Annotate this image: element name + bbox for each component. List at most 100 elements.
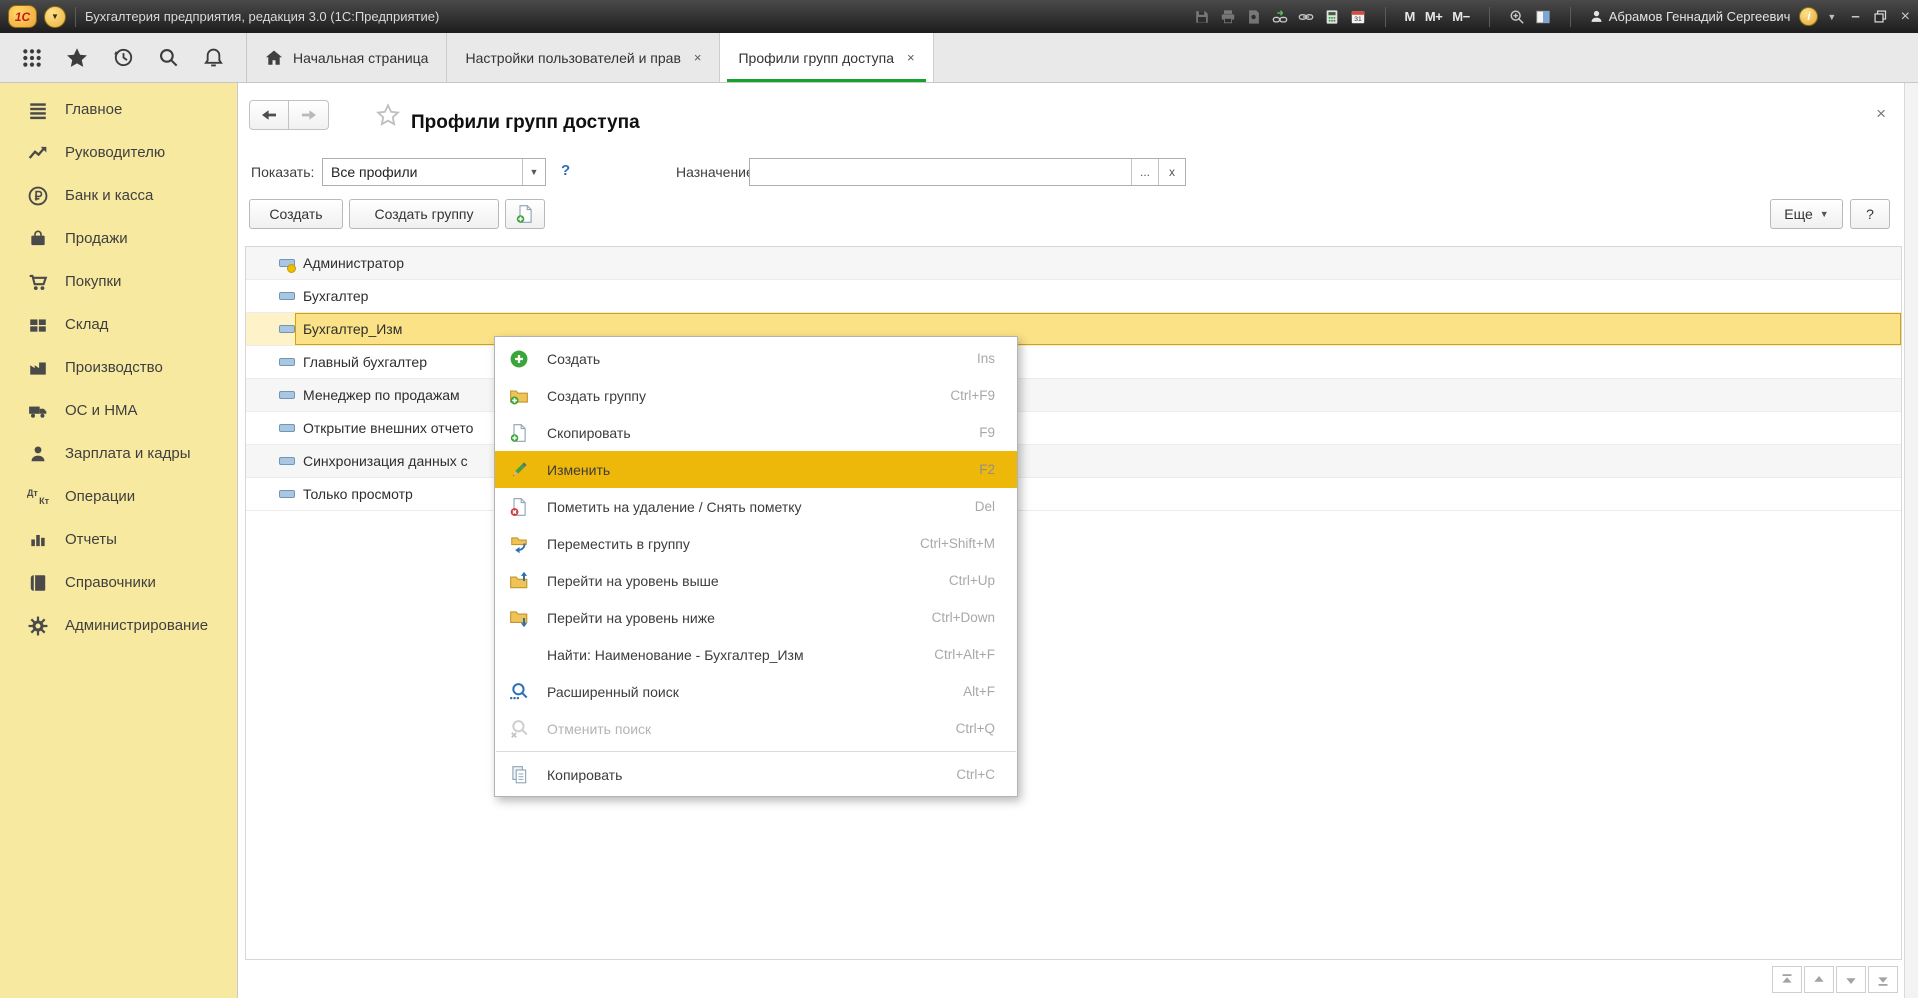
ruble-circle-icon — [27, 185, 49, 207]
context-menu-item[interactable]: Создать группуCtrl+F9 — [495, 377, 1017, 414]
restore-button[interactable] — [1873, 9, 1888, 24]
tabbar: Начальная страницаНастройки пользователе… — [0, 33, 1918, 83]
sidebar-item-производство[interactable]: Производство — [0, 346, 237, 389]
forward-button[interactable] — [289, 100, 329, 130]
sidebar-item-отчеты[interactable]: Отчеты — [0, 518, 237, 561]
back-button[interactable] — [249, 100, 289, 130]
tab-access-group-profiles[interactable]: Профили групп доступа× — [720, 33, 933, 82]
split-window-button[interactable] — [1535, 9, 1551, 25]
print-preview-button[interactable] — [1246, 9, 1262, 25]
list-scroll-buttons — [1772, 966, 1898, 993]
scale-m-plus-icon[interactable]: M+ — [1425, 9, 1442, 24]
gear-icon — [27, 615, 49, 637]
app-window: 1С ▼ Бухгалтерия предприятия, редакция 3… — [0, 0, 1918, 998]
favorite-star-icon[interactable] — [376, 103, 400, 127]
filter-help-icon[interactable]: ? — [561, 162, 570, 179]
calculator-button[interactable] — [1324, 9, 1340, 25]
advanced-search-icon — [508, 681, 530, 703]
menu-item-label: Расширенный поиск — [547, 684, 679, 700]
tab-home[interactable]: Начальная страница — [247, 33, 447, 82]
tab-user-settings[interactable]: Настройки пользователей и прав× — [447, 33, 720, 82]
right-scrollbar-track[interactable] — [1904, 83, 1918, 998]
context-menu-item[interactable]: СоздатьIns — [495, 340, 1017, 377]
sidebar-item-продажи[interactable]: Продажи — [0, 217, 237, 260]
folder-down-icon — [508, 607, 530, 629]
sidebar-item-справочники[interactable]: Справочники — [0, 561, 237, 604]
chevron-down-icon[interactable]: ▼ — [522, 159, 545, 185]
tab-close-icon[interactable]: × — [907, 50, 915, 65]
scale-m-icon[interactable]: M — [1405, 9, 1415, 24]
sidebar-item-банк-и-касса[interactable]: Банк и касса — [0, 174, 237, 217]
pencil-icon — [508, 459, 530, 481]
context-menu-item[interactable]: Перейти на уровень вышеCtrl+Up — [495, 562, 1017, 599]
sidebar-item-покупки[interactable]: Покупки — [0, 260, 237, 303]
system-menu-button[interactable]: ▼ — [44, 6, 66, 28]
context-menu-item[interactable]: Перейти на уровень нижеCtrl+Down — [495, 599, 1017, 636]
create-button[interactable]: Создать — [249, 199, 343, 229]
page-close-button[interactable]: × — [1876, 105, 1886, 122]
create-group-button[interactable]: Создать группу — [349, 199, 499, 229]
history-nav — [249, 100, 329, 130]
list-item[interactable]: Администратор — [246, 247, 1901, 280]
sidebar-item-ос-и-нма[interactable]: ОС и НМА — [0, 389, 237, 432]
menu-item-shortcut: F9 — [979, 425, 995, 440]
context-menu-item[interactable]: Расширенный поискAlt+F — [495, 673, 1017, 710]
current-user[interactable]: Абрамов Геннадий Сергеевич — [1589, 9, 1791, 24]
context-menu-item[interactable]: Переместить в группуCtrl+Shift+M — [495, 525, 1017, 562]
scroll-up-button[interactable] — [1804, 966, 1834, 993]
go-to-link-button[interactable] — [1272, 9, 1288, 25]
menu-item-shortcut: Ctrl+Q — [956, 721, 995, 736]
context-menu-item[interactable]: ИзменитьF2 — [495, 451, 1017, 488]
tab-close-icon[interactable]: × — [694, 50, 702, 65]
calendar-button[interactable]: 31 — [1350, 9, 1366, 25]
sidebar-item-зарплата-и-кадры[interactable]: Зарплата и кадры — [0, 432, 237, 475]
save-button[interactable] — [1194, 9, 1210, 25]
context-menu-item[interactable]: Найти: Наименование - Бухгалтер_Изм Ctrl+… — [495, 636, 1017, 673]
book-icon — [27, 572, 49, 594]
context-menu-item[interactable]: КопироватьCtrl+C — [495, 756, 1017, 793]
context-menu-item[interactable]: Пометить на удаление / Снять пометкуDel — [495, 488, 1017, 525]
more-button[interactable]: Еще▼ — [1770, 199, 1843, 229]
scroll-top-button[interactable] — [1772, 966, 1802, 993]
sidebar-item-руководителю[interactable]: Руководителю — [0, 131, 237, 174]
get-link-button[interactable] — [1298, 9, 1314, 25]
menu-item-label: Найти: Наименование - Бухгалтер_Изм — [547, 647, 804, 663]
star-button[interactable] — [66, 47, 88, 69]
folder-up-icon — [508, 570, 530, 592]
search-button[interactable] — [158, 47, 179, 68]
folder-plus-icon — [508, 385, 530, 407]
list-item[interactable]: Бухгалтер — [246, 280, 1901, 313]
sidebar-item-операции[interactable]: ДтКтОперации — [0, 475, 237, 518]
sidebar-item-label: Главное — [65, 101, 122, 118]
scale-m-minus-icon[interactable]: M− — [1452, 9, 1469, 24]
scroll-down-button[interactable] — [1836, 966, 1866, 993]
purpose-input[interactable] — [750, 159, 1131, 185]
window-title: Бухгалтерия предприятия, редакция 3.0 (1… — [85, 9, 439, 24]
purpose-clear-button[interactable]: x — [1158, 159, 1185, 185]
scroll-bottom-button[interactable] — [1868, 966, 1898, 993]
info-caret-icon[interactable]: ▼ — [1827, 12, 1836, 22]
sidebar-item-администрирование[interactable]: Администрирование — [0, 604, 237, 647]
bell-button[interactable] — [203, 47, 224, 68]
sidebar-item-главное[interactable]: Главное — [0, 88, 237, 131]
sidebar-item-склад[interactable]: Склад — [0, 303, 237, 346]
print-button[interactable] — [1220, 9, 1236, 25]
history-button[interactable] — [113, 47, 134, 68]
person-icon — [27, 443, 49, 465]
menu-item-shortcut: Ctrl+Alt+F — [934, 647, 995, 662]
user-name: Абрамов Геннадий Сергеевич — [1609, 9, 1791, 24]
show-filter-select[interactable]: Все профили ▼ — [322, 158, 546, 186]
zoom-button[interactable] — [1509, 9, 1525, 25]
menu-item-shortcut: Ctrl+Up — [949, 573, 995, 588]
dtkt-icon: ДтКт — [27, 489, 49, 505]
menu-item-label: Переместить в группу — [547, 536, 690, 552]
profile-name: Главный бухгалтер — [303, 354, 427, 370]
info-button[interactable]: i — [1799, 7, 1818, 26]
menu-item-shortcut: Ctrl+F9 — [950, 388, 995, 403]
copy-item-button[interactable] — [505, 199, 545, 229]
context-menu-item[interactable]: СкопироватьF9 — [495, 414, 1017, 451]
scroll-top-icon — [1779, 972, 1795, 988]
purpose-ellipsis-button[interactable]: ... — [1131, 159, 1158, 185]
apps-grid-button[interactable] — [22, 48, 42, 68]
help-button[interactable]: ? — [1850, 199, 1890, 229]
